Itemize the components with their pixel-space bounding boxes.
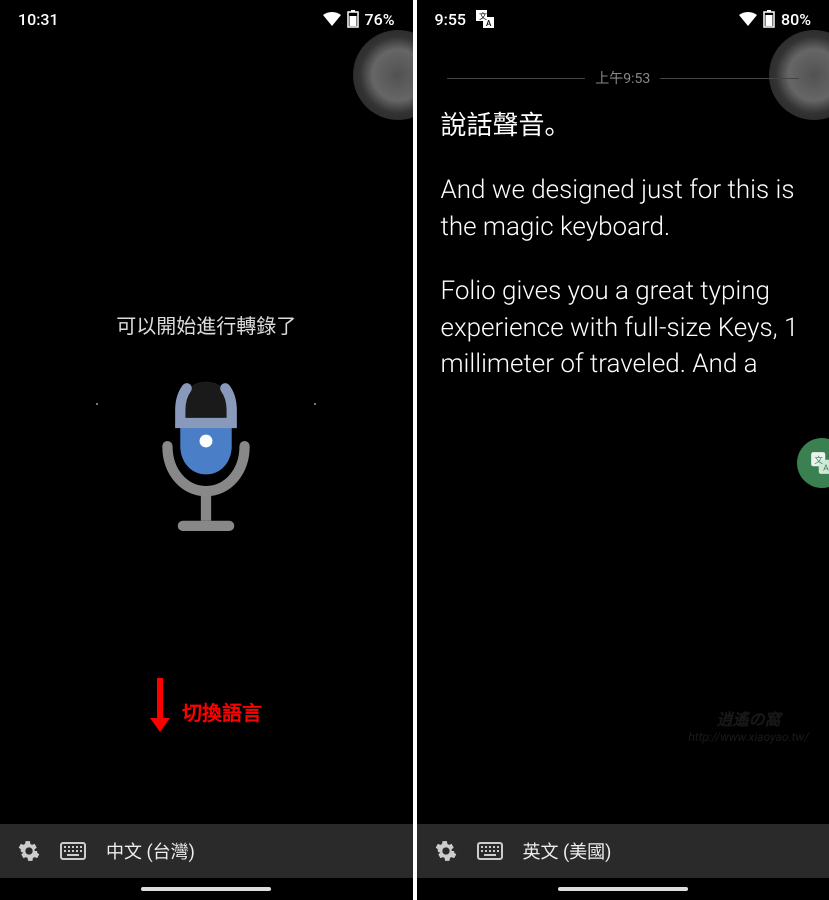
battery-icon — [347, 10, 359, 28]
battery-percent: 76% — [365, 10, 395, 29]
keyboard-icon[interactable] — [477, 842, 503, 860]
bottom-bar: 英文 (美國) — [417, 824, 829, 878]
nav-bar — [417, 878, 829, 900]
timestamp-divider: 上午9:53 — [437, 68, 810, 88]
wifi-icon — [739, 12, 757, 26]
status-bar: 10:31 76% — [0, 0, 413, 38]
translate-icon: 文A — [476, 10, 494, 28]
settings-icon[interactable] — [435, 840, 457, 862]
watermark: 逍遙の窩 http://www.xiaoyao.tw/ — [688, 706, 809, 744]
settings-icon[interactable] — [18, 840, 40, 862]
mic-dots — [96, 403, 316, 405]
nav-bar — [0, 878, 413, 900]
translate-badge-icon: 文 A — [809, 450, 829, 476]
nav-pill[interactable] — [141, 887, 271, 891]
status-time: 10:31 — [18, 10, 59, 29]
watermark-url: http://www.xiaoyao.tw/ — [688, 730, 809, 744]
prompt-text: 可以開始進行轉錄了 — [116, 310, 296, 339]
bottom-bar: 中文 (台灣) — [0, 824, 413, 878]
svg-text:文: 文 — [814, 454, 823, 466]
svg-text:A: A — [823, 464, 829, 474]
battery-icon — [763, 10, 775, 28]
status-time: 9:55 — [435, 10, 467, 29]
phone-screen-right: 9:55 文A 80% 上午9:53 說話聲音。 And we designed… — [417, 0, 829, 900]
floating-badge[interactable]: 文 A — [797, 438, 829, 488]
transcript-line: And we designed just for this is the mag… — [441, 172, 806, 245]
content-area: 上午9:53 說話聲音。 And we designed just for th… — [417, 38, 829, 824]
keyboard-icon[interactable] — [60, 842, 86, 860]
nav-pill[interactable] — [558, 887, 688, 891]
svg-text:A: A — [486, 19, 492, 28]
transcript: 說話聲音。 And we designed just for this is t… — [417, 108, 829, 410]
arrow-down-icon — [146, 676, 174, 734]
status-icons: 80% — [739, 10, 811, 29]
watermark-title: 逍遙の窩 — [688, 706, 809, 730]
battery-percent: 80% — [781, 10, 811, 29]
timestamp-text: 上午9:53 — [595, 68, 650, 88]
content-area: 可以開始進行轉錄了 — [0, 38, 413, 824]
annotation: 切換語言 — [146, 676, 262, 734]
phone-screen-left: 10:31 76% 可以開始進行轉錄了 — [0, 0, 413, 900]
annotation-text: 切換語言 — [182, 697, 262, 726]
wifi-icon — [323, 12, 341, 26]
status-bar: 9:55 文A 80% — [417, 0, 829, 38]
status-icons: 76% — [323, 10, 395, 29]
language-selector[interactable]: 英文 (美國) — [523, 838, 612, 864]
transcript-line: 說話聲音。 — [441, 108, 806, 144]
transcript-line: Folio gives you a great typing experienc… — [441, 273, 806, 382]
microphone-button[interactable] — [96, 369, 316, 553]
language-selector[interactable]: 中文 (台灣) — [106, 838, 195, 864]
microphone-icon — [141, 369, 271, 553]
